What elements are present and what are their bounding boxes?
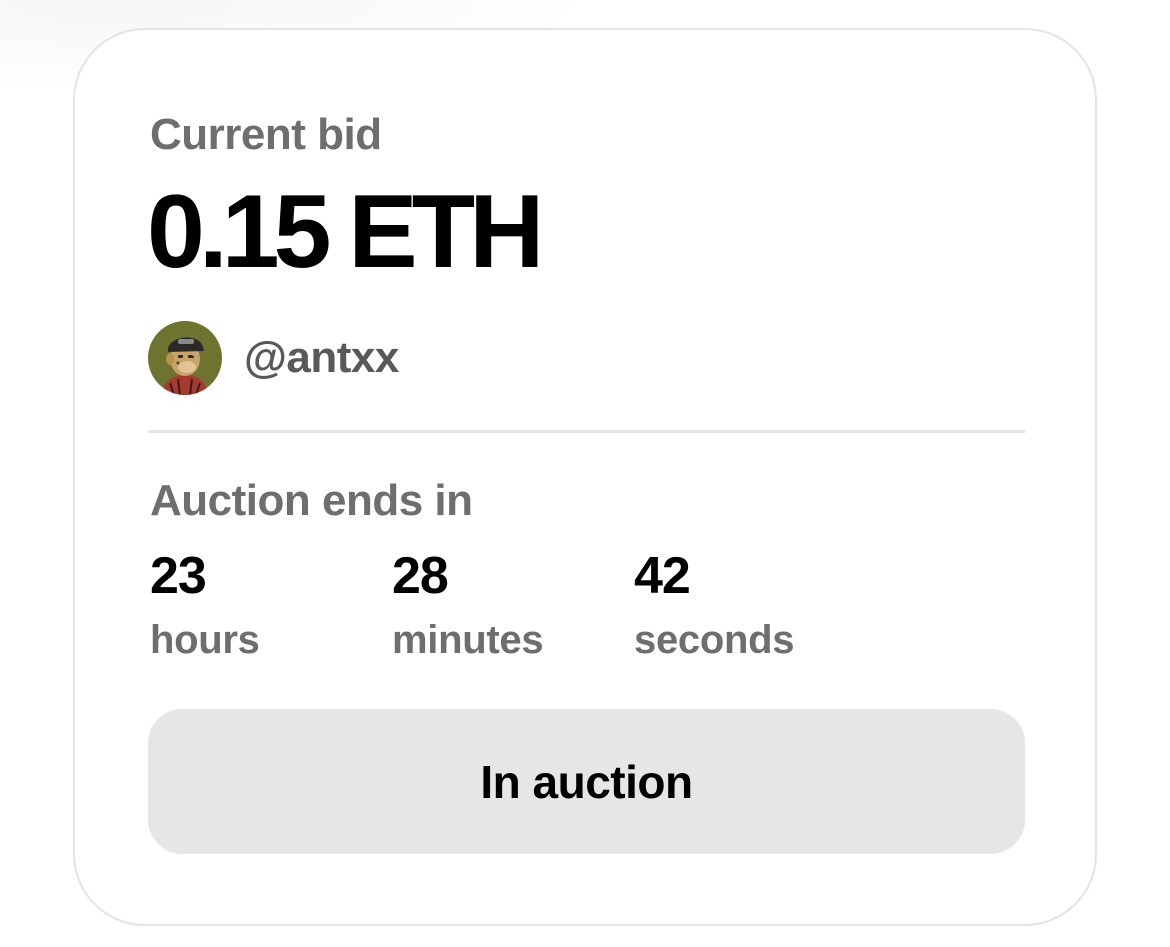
countdown-unit-label: seconds [634, 618, 795, 662]
countdown-value: 42 [634, 547, 691, 605]
countdown: 23 hours 28 minutes 42 seconds [148, 550, 1025, 670]
bidder-handle[interactable]: @antxx [244, 333, 399, 383]
in-auction-button[interactable]: In auction [148, 709, 1025, 854]
countdown-value: 28 [392, 547, 449, 605]
current-bid-label: Current bid [150, 110, 382, 159]
divider [148, 430, 1025, 433]
countdown-unit-label: hours [150, 618, 260, 662]
auction-card: Current bid 0.15 ETH @antxx Auction ends… [73, 28, 1097, 926]
bid-amount: 0.15 ETH [147, 174, 544, 290]
page: Current bid 0.15 ETH @antxx Auction ends… [0, 0, 1170, 947]
countdown-unit-label: minutes [392, 618, 544, 662]
bored-ape-avatar-icon[interactable] [148, 321, 222, 395]
countdown-seconds: 42 seconds [634, 550, 794, 660]
countdown-minutes: 28 minutes [392, 547, 544, 662]
auction-ends-label: Auction ends in [150, 476, 473, 525]
countdown-hours: 23 hours [150, 550, 260, 660]
bidder[interactable]: @antxx [148, 321, 399, 395]
countdown-value: 23 [150, 547, 207, 605]
